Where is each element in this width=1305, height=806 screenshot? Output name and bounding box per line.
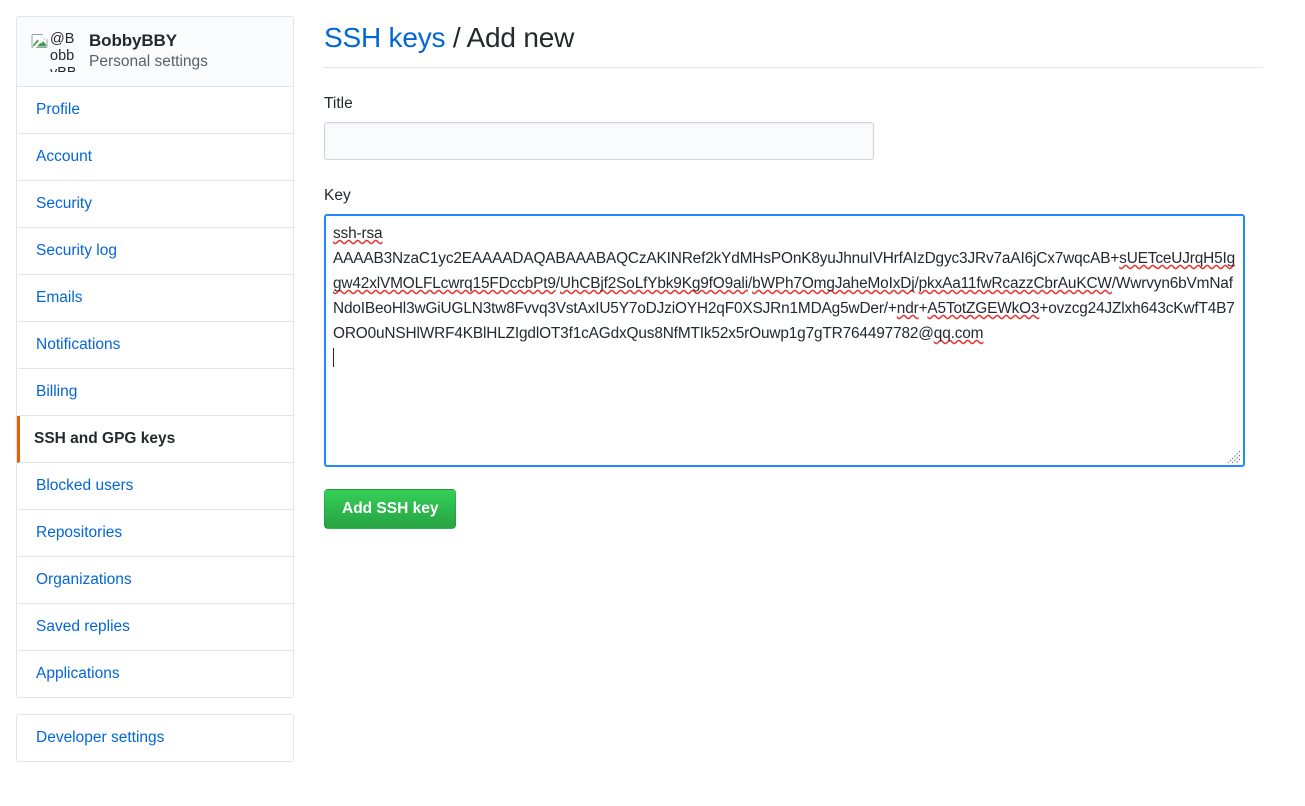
sidebar-item-organizations[interactable]: Organizations: [17, 557, 293, 604]
sidebar-item-ssh-and-gpg-keys[interactable]: SSH and GPG keys: [17, 416, 293, 463]
sidebar-item-saved-replies[interactable]: Saved replies: [17, 604, 293, 651]
sidebar-item-profile[interactable]: Profile: [17, 87, 293, 134]
profile-names: BobbyBBY Personal settings: [89, 30, 208, 72]
key-field-label: Key: [324, 187, 351, 204]
profile-username: BobbyBBY: [89, 31, 177, 50]
key-textarea[interactable]: [324, 214, 1245, 467]
sidebar-nav-list: Profile Account Security Security log Emails…: [17, 87, 293, 697]
sidebar-item-applications[interactable]: Applications: [17, 651, 293, 697]
sidebar-primary-box: @BobbyBBY BobbyBBY Personal settings Pro…: [16, 16, 294, 698]
sidebar-item-notifications[interactable]: Notifications: [17, 322, 293, 369]
sidebar-item-security-log[interactable]: Security log: [17, 228, 293, 275]
title-input[interactable]: [324, 122, 874, 160]
profile-header: @BobbyBBY BobbyBBY Personal settings: [17, 17, 293, 87]
sidebar-item-security[interactable]: Security: [17, 181, 293, 228]
sidebar-item-blocked-users[interactable]: Blocked users: [17, 463, 293, 510]
sidebar-developer-box: Developer settings: [16, 714, 294, 762]
broken-image-icon: [31, 32, 50, 51]
breadcrumb-current: Add new: [466, 22, 575, 53]
sidebar-item-billing[interactable]: Billing: [17, 369, 293, 416]
settings-sidebar: @BobbyBBY BobbyBBY Personal settings Pro…: [16, 16, 294, 762]
breadcrumb-separator: /: [445, 22, 467, 53]
sidebar-item-developer-settings[interactable]: Developer settings: [17, 715, 293, 761]
profile-subtitle: Personal settings: [89, 53, 208, 70]
avatar: @BobbyBBY: [31, 32, 75, 72]
avatar-alt-text: @BobbyBBY: [50, 32, 75, 72]
breadcrumb-ssh-keys-link[interactable]: SSH keys: [324, 22, 446, 53]
title-field-label: Title: [324, 95, 353, 112]
sidebar-item-account[interactable]: Account: [17, 134, 293, 181]
sidebar-item-repositories[interactable]: Repositories: [17, 510, 293, 557]
sidebar-item-emails[interactable]: Emails: [17, 275, 293, 322]
settings-page: @BobbyBBY BobbyBBY Personal settings Pro…: [0, 0, 1305, 762]
main-content: SSH keys / Add new Title Key ssh-rsa AAA…: [324, 16, 1305, 529]
page-title: SSH keys / Add new: [324, 21, 1263, 68]
add-ssh-key-button[interactable]: Add SSH key: [324, 489, 457, 529]
key-textarea-wrapper: ssh-rsa AAAAB3NzaC1yc2EAAAADAQABAAABAQCz…: [324, 214, 1245, 467]
